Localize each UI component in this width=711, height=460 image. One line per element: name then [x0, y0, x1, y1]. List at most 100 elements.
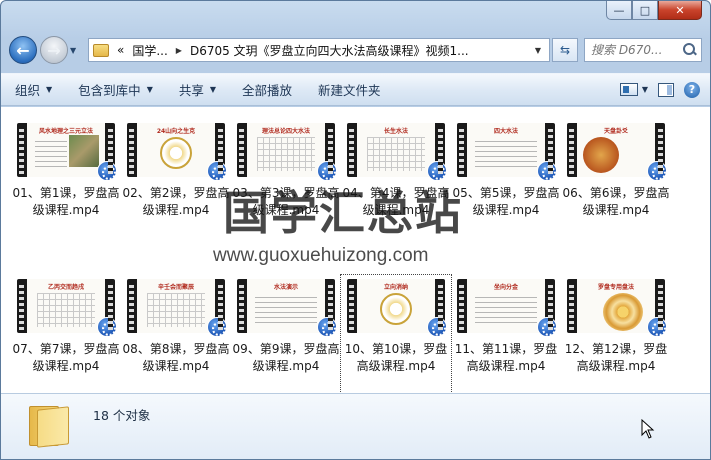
thumbnail-title: 水法演示: [273, 284, 298, 291]
chevron-down-icon[interactable]: ▼: [527, 39, 549, 61]
file-item[interactable]: 24山向之生克 02、第2课，罗盘高级课程.mp4: [121, 119, 231, 259]
file-item[interactable]: 辛壬会而聚辰 08、第8课，罗盘高级课程.mp4: [121, 275, 231, 393]
thumbnail-title: 辛壬会而聚辰: [157, 284, 194, 291]
thumbnail-frame: 罗盘专用盘法: [577, 279, 655, 333]
share-label: 共享: [178, 83, 204, 98]
include-library-label: 包含到库中: [78, 83, 141, 98]
breadcrumb-item-current[interactable]: D6705 文玥《罗盘立向四大水法高级课程》视频1...: [190, 42, 469, 59]
video-thumbnail: 风水地理之三元立法: [17, 123, 117, 181]
thumbnail-frame: 天盘卦爻: [577, 123, 655, 177]
thumbnail-title: 四大水法: [493, 128, 518, 135]
thumbnail-title: 风水地理之三元立法: [38, 128, 93, 135]
thumbnail-frame: 乙丙交而趋戌: [27, 279, 105, 333]
new-folder-button[interactable]: 新建文件夹: [318, 80, 381, 99]
media-player-icon: [207, 317, 227, 337]
thumbnail-frame: 水法演示: [247, 279, 325, 333]
breadcrumb-overflow[interactable]: «: [117, 43, 124, 57]
change-view-button[interactable]: ▼: [619, 83, 648, 96]
thumbnail-title: 长生水法: [383, 128, 408, 135]
video-thumbnail: 乙丙交而趋戌: [17, 279, 117, 337]
thumbnail-title: 立向消纳: [383, 284, 408, 291]
file-name: 09、第9课，罗盘高级课程.mp4: [232, 342, 340, 373]
minimize-button[interactable]: —: [606, 1, 632, 20]
search-icon[interactable]: [683, 43, 697, 57]
maximize-button[interactable]: □: [632, 1, 658, 20]
forward-button[interactable]: →: [40, 36, 68, 64]
file-name: 08、第8课，罗盘高级课程.mp4: [122, 342, 230, 373]
recent-pages-dropdown[interactable]: ▼: [70, 46, 82, 55]
organize-label: 组织: [15, 83, 41, 98]
media-player-icon: [427, 317, 447, 337]
organize-button[interactable]: 组织 ▼: [15, 80, 52, 99]
thumbnail-title: 坐向分金: [493, 284, 518, 291]
file-name: 02、第2课，罗盘高级课程.mp4: [122, 186, 230, 217]
chevron-down-icon: ▼: [46, 85, 53, 94]
refresh-button[interactable]: ⇆: [552, 38, 578, 62]
video-thumbnail: 水法演示: [237, 279, 337, 337]
video-thumbnail: 理法总论四大水法: [237, 123, 337, 181]
media-player-icon: [97, 317, 117, 337]
folder-icon: [93, 43, 109, 57]
share-button[interactable]: 共享 ▼: [179, 80, 216, 99]
thumbnail-title: 天盘卦爻: [603, 128, 628, 135]
breadcrumb-item-root[interactable]: 国学...: [132, 42, 167, 59]
thumbnail-frame: 四大水法: [467, 123, 545, 177]
address-row: ← → ▼ « 国学... ▶ D6705 文玥《罗盘立向四大水法高级课程》视频…: [9, 33, 702, 67]
file-item[interactable]: 四大水法 05、第5课，罗盘高级课程.mp4: [451, 119, 561, 259]
media-player-icon: [537, 161, 557, 181]
play-all-button[interactable]: 全部播放: [242, 80, 292, 99]
help-icon[interactable]: ?: [684, 81, 700, 98]
file-name: 01、第1课，罗盘高级课程.mp4: [12, 186, 120, 217]
file-item[interactable]: 立向消纳 10、第10课，罗盘高级课程.mp4: [340, 274, 452, 393]
video-thumbnail: 立向消纳: [347, 279, 447, 337]
chevron-down-icon: ▼: [209, 85, 217, 94]
video-thumbnail: 辛壬会而聚辰: [127, 279, 227, 337]
chevron-down-icon: ▼: [641, 85, 648, 94]
video-thumbnail: 四大水法: [457, 123, 557, 181]
media-player-icon: [647, 317, 667, 337]
thumbnail-frame: 风水地理之三元立法: [27, 123, 105, 177]
media-player-icon: [537, 317, 557, 337]
thumbnail-frame: 24山向之生克: [137, 123, 215, 177]
file-name: 11、第11课，罗盘高级课程.mp4: [454, 342, 558, 373]
thumbnail-frame: 长生水法: [357, 123, 435, 177]
command-bar: 组织 ▼ 包含到库中 ▼ 共享 ▼ 全部播放 新建文件夹 ▼ ?: [1, 73, 710, 106]
close-button[interactable]: ✕: [658, 1, 702, 20]
file-item[interactable]: 坐向分金 11、第11课，罗盘高级课程.mp4: [451, 275, 561, 393]
video-thumbnail: 长生水法: [347, 123, 447, 181]
view-controls: ▼ ?: [619, 81, 710, 98]
watermark-url: www.guoxuehuizong.com: [213, 245, 429, 266]
search-box[interactable]: [584, 38, 702, 62]
thumbnail-title: 罗盘专用盘法: [597, 284, 634, 291]
file-list[interactable]: 风水地理之三元立法 01、第1课，罗盘高级课程.mp4 24山向之生克 02、第2课，…: [1, 107, 710, 393]
thumbnail-title: 理法总论四大水法: [261, 128, 310, 135]
file-item[interactable]: 天盘卦爻 06、第6课，罗盘高级课程.mp4: [561, 119, 671, 259]
file-name: 07、第7课，罗盘高级课程.mp4: [12, 342, 120, 373]
thumbnail-frame: 辛壬会而聚辰: [137, 279, 215, 333]
thumbnail-frame: 立向消纳: [357, 279, 435, 333]
view-icon: [619, 83, 638, 96]
thumbnail-frame: 坐向分金: [467, 279, 545, 333]
media-player-icon: [317, 317, 337, 337]
chevron-down-icon: ▼: [146, 85, 153, 94]
address-bar[interactable]: « 国学... ▶ D6705 文玥《罗盘立向四大水法高级课程》视频1... ▼: [88, 38, 550, 62]
include-library-button[interactable]: 包含到库中 ▼: [78, 80, 153, 99]
video-thumbnail: 罗盘专用盘法: [567, 279, 667, 337]
file-name: 05、第5课，罗盘高级课程.mp4: [452, 186, 560, 217]
video-thumbnail: 坐向分金: [457, 279, 557, 337]
thumbnail-title: 24山向之生克: [156, 128, 196, 135]
file-item[interactable]: 乙丙交而趋戌 07、第7课，罗盘高级课程.mp4: [11, 275, 121, 393]
file-item[interactable]: 罗盘专用盘法 12、第12课，罗盘高级课程.mp4: [561, 275, 671, 393]
folder-icon: [29, 402, 71, 448]
thumbnail-title: 乙丙交而趋戌: [47, 284, 84, 291]
details-pane: 18 个对象: [1, 393, 710, 459]
file-name: 10、第10课，罗盘高级课程.mp4: [344, 342, 448, 373]
file-item[interactable]: 水法演示 09、第9课，罗盘高级课程.mp4: [231, 275, 341, 393]
file-item[interactable]: 风水地理之三元立法 01、第1课，罗盘高级课程.mp4: [11, 119, 121, 259]
back-button[interactable]: ←: [9, 36, 37, 64]
search-input[interactable]: [591, 43, 681, 57]
media-player-icon: [97, 161, 117, 181]
thumbnail-frame: 理法总论四大水法: [247, 123, 325, 177]
preview-pane-icon[interactable]: [658, 82, 674, 97]
chevron-right-icon[interactable]: ▶: [176, 46, 182, 55]
